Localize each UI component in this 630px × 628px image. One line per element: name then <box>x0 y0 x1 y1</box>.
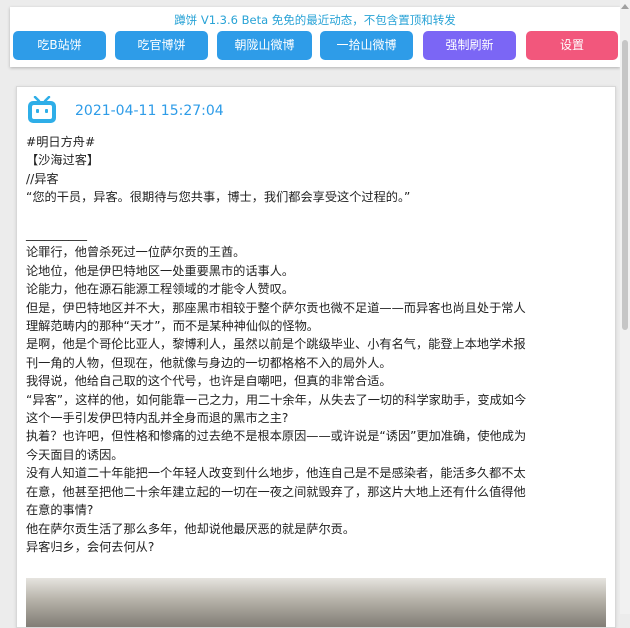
force-refresh-button[interactable]: 强制刷新 <box>423 31 516 60</box>
post-line: 在意的事情? <box>26 503 94 518</box>
post-line: 今天面目的诱因。 <box>26 447 124 462</box>
chaolongshan-weibo-button[interactable]: 朝陇山微博 <box>217 31 312 60</box>
post-line: “您的干员，异客。很期待与您共事，博士，我们都会享受这个过程的。” <box>26 190 411 205</box>
post-line: 论罪行，他曾杀死过一位萨尔贡的王酋。 <box>26 245 246 260</box>
settings-button[interactable]: 设置 <box>526 31 618 60</box>
post-line: 但是，伊巴特地区并不大，那座黑市相较于整个萨尔贡也微不足道——而异客也尚且处于常… <box>26 300 526 315</box>
post-line: 刊一角的人物，但现在，他就像与身边的一切都格格不入的局外人。 <box>26 355 392 370</box>
post-line: 我得说，他给自己取的这个代号，也许是自嘲吧，但真的非常合适。 <box>26 374 392 389</box>
post-line: 异客归乡，会何去何从? <box>26 539 155 554</box>
post-divider-line: __________ <box>26 227 87 242</box>
post-line: 这个一手引发伊巴特内乱并全身而退的黑市之主? <box>26 411 289 426</box>
post-line: 论地位，他是伊巴特地区一处重要黑市的话事人。 <box>26 263 295 278</box>
yishishan-weibo-button[interactable]: 一拾山微博 <box>320 31 413 60</box>
post-content: #明日方舟# 【沙海过客】 //异客 “您的干员，异客。很期待与您共事，博士，我… <box>26 133 608 556</box>
post-image[interactable] <box>26 578 606 627</box>
post-line: 是啊，他是个哥伦比亚人，黎博利人，虽然以前是个跳级毕业、小有名气，能登上本地学术… <box>26 337 526 352</box>
post-line: 论能力，他在源石能源工程领域的才能令人赞叹。 <box>26 282 295 297</box>
post-card: 2021-04-11 15:27:04 #明日方舟# 【沙海过客】 //异客 “… <box>16 86 616 628</box>
post-line: //异客 <box>26 171 59 186</box>
scrollbar-thumb[interactable] <box>622 40 628 330</box>
post-line: 理解范畴内的那种“天才”，而不是某种神仙似的怪物。 <box>26 319 319 334</box>
post-line: 执着？也许吧，但性格和惨痛的过去绝不是根本原因——或许说是“诱因”更加准确，使他… <box>26 429 527 444</box>
post-line: 在意，他甚至把他二十余年建立起的一切在一夜之间就毁弃了，那这片大地上还有什么值得… <box>26 484 526 499</box>
header-bar: 蹲饼 V1.3.6 Beta 免免的最近动态，不包含置顶和转发 吃B站饼 吃官博… <box>10 7 620 67</box>
post-line: 他在萨尔贡生活了那么多年，他却说他最厌恶的就是萨尔贡。 <box>26 521 356 536</box>
header-title: 蹲饼 V1.3.6 Beta 免免的最近动态，不包含置顶和转发 <box>174 13 456 27</box>
scroll-up-arrow-icon[interactable] <box>621 4 629 9</box>
post-line: “异客”，这样的他，如何能靠一己之力，用二十余年，从失去了一切的科学家助手，变成… <box>26 392 527 407</box>
bilibili-tv-icon <box>28 96 56 123</box>
post-line: 【沙海过客】 <box>26 153 100 168</box>
post-line: #明日方舟# <box>26 135 96 149</box>
post-timestamp: 2021-04-11 15:27:04 <box>75 103 224 119</box>
bilibili-feed-button[interactable]: 吃B站饼 <box>13 31 106 60</box>
post-line: 没有人知道二十年能把一个年轻人改变到什么地步，他连自己是不是感染者，能活多久都不… <box>26 466 526 481</box>
scrollbar[interactable] <box>620 0 630 614</box>
official-weibo-feed-button[interactable]: 吃官博饼 <box>115 31 208 60</box>
post-line <box>26 207 608 225</box>
